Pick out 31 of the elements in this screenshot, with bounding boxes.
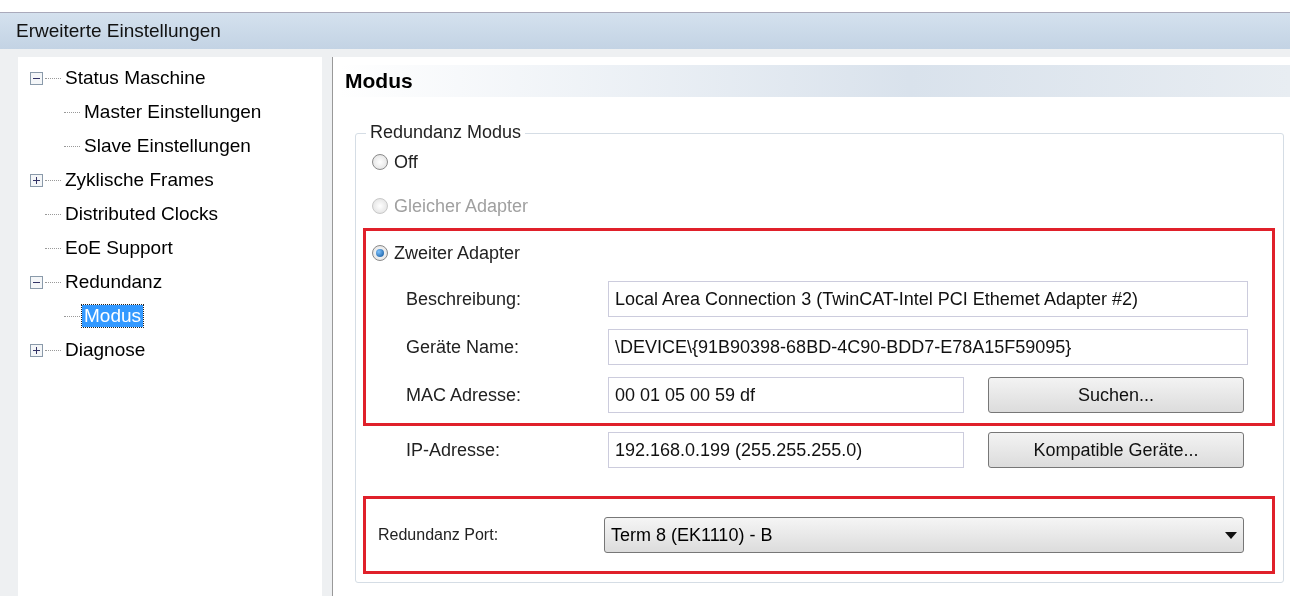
tree-item[interactable]: EoE Support [63,237,175,259]
radio-label: Gleicher Adapter [394,195,529,217]
tree-item[interactable]: Master Einstellungen [82,101,264,123]
button[interactable]: Kompatible Geräte... [988,432,1244,468]
input-field[interactable]: 192.168.0.199 (255.255.255.0) [608,432,964,468]
radio-label: Zweiter Adapter [394,242,521,264]
field-label: Geräte Name: [405,336,521,358]
input-field[interactable]: Local Area Connection 3 (TwinCAT-Intel PCI Ethemet Adapter #2) [608,281,1248,317]
field-label: Redundanz Port: [377,526,500,544]
field-label: IP-Adresse: [405,439,502,461]
window-title: Erweiterte Einstellungen [16,20,221,42]
field-label: Beschreibung: [405,288,523,310]
tree-item[interactable]: Slave Einstellungen [82,135,253,157]
collapse-icon[interactable] [30,275,43,289]
expand-icon[interactable] [30,173,43,187]
input-field[interactable]: \DEVICE\{91B90398-68BD-4C90-BDD7-E78A15F59095} [608,329,1248,365]
tree-item[interactable]: Status Maschine [63,67,208,89]
input-field[interactable]: 00 01 05 00 59 df [608,377,964,413]
field-label: MAC Adresse: [405,384,523,406]
radio-button[interactable] [372,245,388,261]
dropdown-arrow-icon [1225,531,1237,539]
dropdown[interactable]: Term 8 (EK1110) - B [604,517,1244,553]
expand-icon[interactable] [30,343,43,357]
tree-item[interactable]: Redundanz [63,271,165,293]
button[interactable]: Suchen... [988,377,1244,413]
tree-item[interactable]: Zyklische Frames [63,169,216,191]
radio-label: Off [394,151,418,173]
collapse-icon[interactable] [30,71,43,85]
radio-button[interactable] [372,154,388,170]
tree-item[interactable]: Distributed Clocks [63,203,221,225]
tree-item[interactable]: Diagnose [63,339,148,361]
